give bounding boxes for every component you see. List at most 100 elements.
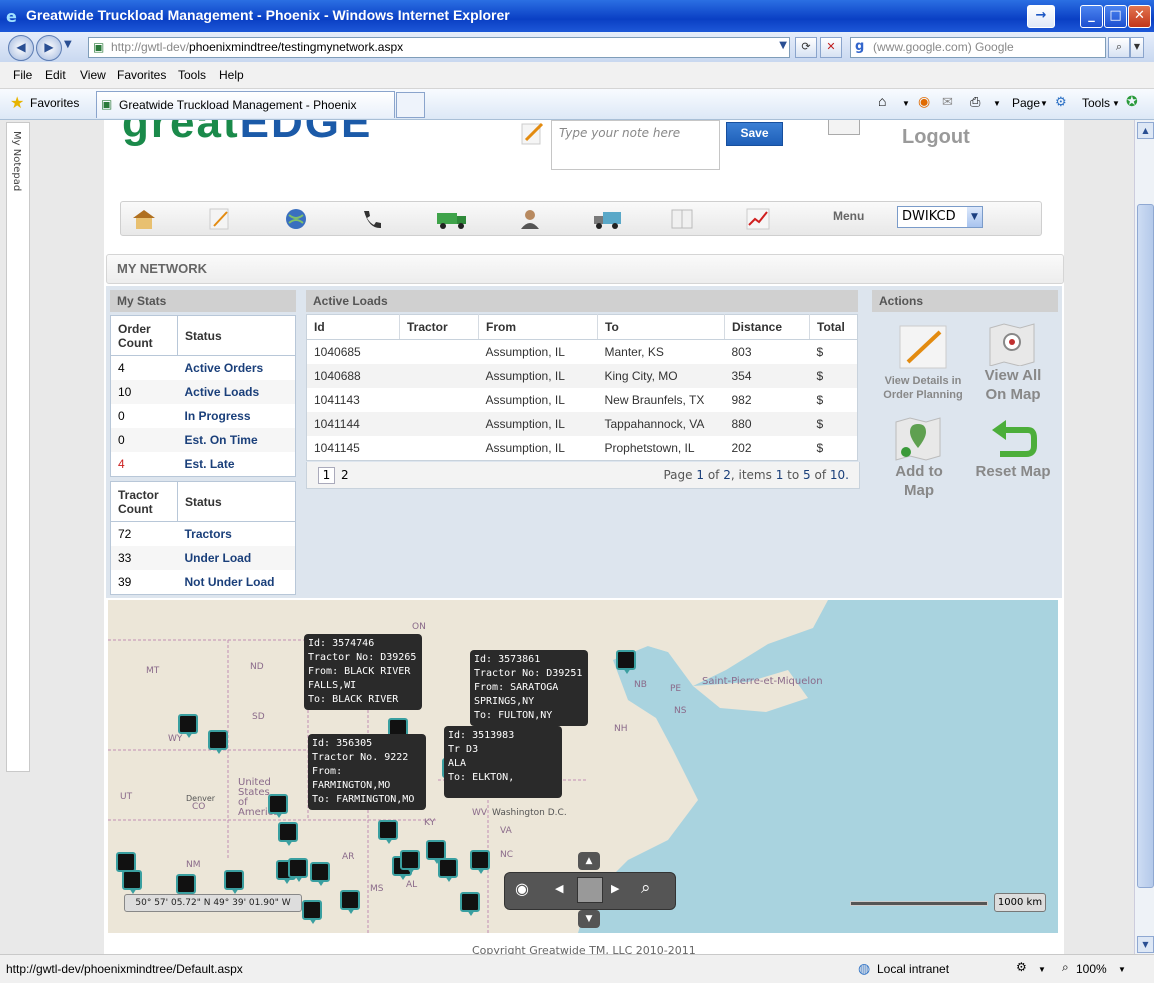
tractor-map-pin[interactable] <box>288 858 308 882</box>
add-to-map-button[interactable]: Add to Map <box>880 462 958 500</box>
notepad-tab[interactable]: My Notepad <box>6 122 30 772</box>
status-link[interactable]: Tractors <box>178 522 296 547</box>
tractor-map-pin[interactable] <box>426 840 446 864</box>
page-2-link[interactable]: 2 <box>341 468 349 482</box>
documents-icon[interactable] <box>669 207 695 231</box>
column-header[interactable]: Tractor <box>399 314 479 340</box>
tools-menu[interactable]: Tools <box>1082 96 1110 110</box>
page-1-button[interactable]: 1 <box>318 467 335 484</box>
tractor-map-pin[interactable] <box>438 858 458 882</box>
view-all-map-icon[interactable] <box>988 322 1036 366</box>
scroll-up-icon[interactable]: ▲ <box>1137 122 1154 139</box>
print-dropdown-icon[interactable]: ▼ <box>993 99 1001 108</box>
pan-up-icon[interactable]: ▲ <box>578 852 600 870</box>
zoom-level[interactable]: 100% <box>1076 962 1107 976</box>
table-row[interactable]: 33 Under Load <box>110 546 296 570</box>
home-icon[interactable]: ⌂ <box>878 93 886 109</box>
tractor-map-pin[interactable] <box>208 730 228 754</box>
table-row[interactable]: 39 Not Under Load <box>111 570 296 595</box>
search-icon[interactable]: ⌕ <box>1108 37 1130 58</box>
browser-tab[interactable]: ▣ Greatwide Truckload Management - Phoen… <box>96 91 395 118</box>
table-row[interactable]: 10 Active Loads <box>110 380 296 404</box>
pan-center-button[interactable] <box>577 877 603 903</box>
back-button[interactable]: ◀ <box>8 35 34 61</box>
status-link[interactable]: Active Loads <box>177 380 296 404</box>
stop-icon[interactable]: ✕ <box>820 37 842 58</box>
order-planning-icon[interactable] <box>896 324 950 370</box>
zoom-dropdown-icon[interactable]: ▼ <box>1118 965 1126 974</box>
tools-dropdown-icon[interactable]: ▼ <box>1112 99 1120 108</box>
tractor-map-pin[interactable] <box>470 850 490 874</box>
refresh-icon[interactable]: ⟳ <box>795 37 817 58</box>
menu-view[interactable]: View <box>80 68 106 82</box>
tractor-map-pin[interactable] <box>616 650 636 674</box>
tractor-map-pin[interactable] <box>224 870 244 894</box>
vertical-scrollbar[interactable]: ▲ ▼ <box>1134 120 1154 954</box>
page-dropdown-icon[interactable]: ▼ <box>1040 99 1048 108</box>
address-dropdown-icon[interactable]: ▼ <box>779 40 787 51</box>
menu-help[interactable]: Help <box>219 68 244 82</box>
page-menu[interactable]: Page <box>1012 96 1040 110</box>
tractor-map-pin[interactable] <box>116 852 136 876</box>
history-dropdown-icon[interactable]: ▼ <box>64 39 72 50</box>
column-header[interactable]: To <box>597 314 725 340</box>
table-row[interactable]: 4 Active Orders <box>111 356 296 381</box>
phone-icon[interactable] <box>359 207 385 231</box>
home-dropdown-icon[interactable]: ▼ <box>902 99 910 108</box>
globe-icon[interactable] <box>283 207 309 231</box>
tractor-map-pin[interactable] <box>268 794 288 818</box>
table-row[interactable]: 1040688 Assumption, IL King City, MO 354 $ <box>306 364 858 388</box>
menu-file[interactable]: File <box>13 68 32 82</box>
tractor-map-pin[interactable] <box>400 850 420 874</box>
new-tab-button[interactable] <box>396 92 425 118</box>
column-header[interactable]: Total <box>809 314 858 340</box>
pan-left-icon[interactable]: ◀ <box>555 882 563 895</box>
order-planning-icon[interactable] <box>207 207 233 231</box>
minimize-button[interactable]: _ <box>1080 5 1103 28</box>
eye-icon[interactable]: ◉ <box>515 879 529 898</box>
column-header[interactable]: Distance <box>724 314 810 340</box>
close-button[interactable]: ✕ <box>1128 5 1151 28</box>
zoom-magnifier-icon[interactable]: ⌕ <box>1062 960 1069 975</box>
truck-icon[interactable] <box>435 207 469 231</box>
table-row[interactable]: 1041143 Assumption, IL New Braunfels, TX 98… <box>307 388 858 412</box>
status-link[interactable]: Est. On Time <box>177 428 296 452</box>
network-map[interactable]: ON MT ND SD WY UT CO Denver United State… <box>108 600 1058 933</box>
protected-mode-icon[interactable]: ⚙ <box>1016 960 1027 974</box>
favorites-button[interactable]: Favorites <box>30 96 79 110</box>
mail-icon[interactable]: ✉ <box>942 94 953 110</box>
home-icon[interactable] <box>131 207 157 231</box>
safety-icon[interactable]: ⚙ <box>1055 94 1067 110</box>
table-row[interactable]: 0 In Progress <box>111 404 296 428</box>
view-all-on-map-button[interactable]: View All On Map <box>974 366 1052 404</box>
pan-down-icon[interactable]: ▼ <box>578 910 600 928</box>
scroll-down-icon[interactable]: ▼ <box>1137 936 1154 953</box>
add-to-map-icon[interactable] <box>894 416 944 462</box>
status-link[interactable]: Not Under Load <box>178 570 296 595</box>
tractor-map-pin[interactable] <box>122 870 142 894</box>
tractor-map-pin[interactable] <box>176 874 196 898</box>
menu-tools[interactable]: Tools <box>178 68 206 82</box>
table-row[interactable]: 1041144 Assumption, IL Tappahannock, VA 880… <box>306 412 858 436</box>
column-header[interactable]: From <box>478 314 598 340</box>
tractor-map-pin[interactable] <box>340 890 360 914</box>
menu-favorites[interactable]: Favorites <box>117 68 166 82</box>
tractor-map-pin[interactable] <box>278 822 298 846</box>
scroll-thumb[interactable] <box>1137 204 1154 888</box>
logout-icon[interactable] <box>828 120 860 135</box>
menu-edit[interactable]: Edit <box>45 68 66 82</box>
search-options-icon[interactable]: ▼ <box>1130 37 1144 58</box>
tractor-icon[interactable] <box>591 207 625 231</box>
table-row[interactable]: 0 Est. On Time <box>110 428 296 452</box>
forward-arrow-icon[interactable]: → <box>1027 5 1055 28</box>
star-icon[interactable]: ★ <box>10 93 24 112</box>
maximize-button[interactable]: □ <box>1104 5 1127 28</box>
logout-link[interactable]: Logout <box>902 126 970 149</box>
research-icon[interactable]: ✪ <box>1126 93 1138 110</box>
forward-button[interactable]: ▶ <box>36 35 62 61</box>
zoom-icon[interactable]: ⌕ <box>641 878 651 898</box>
status-link[interactable]: Under Load <box>177 546 296 570</box>
reset-arrow-icon[interactable] <box>990 416 1038 460</box>
address-input[interactable]: ▣ http://gwtl-dev/phoenixmindtree/testin… <box>88 37 790 58</box>
table-row[interactable]: 4 Est. Late <box>111 452 296 477</box>
